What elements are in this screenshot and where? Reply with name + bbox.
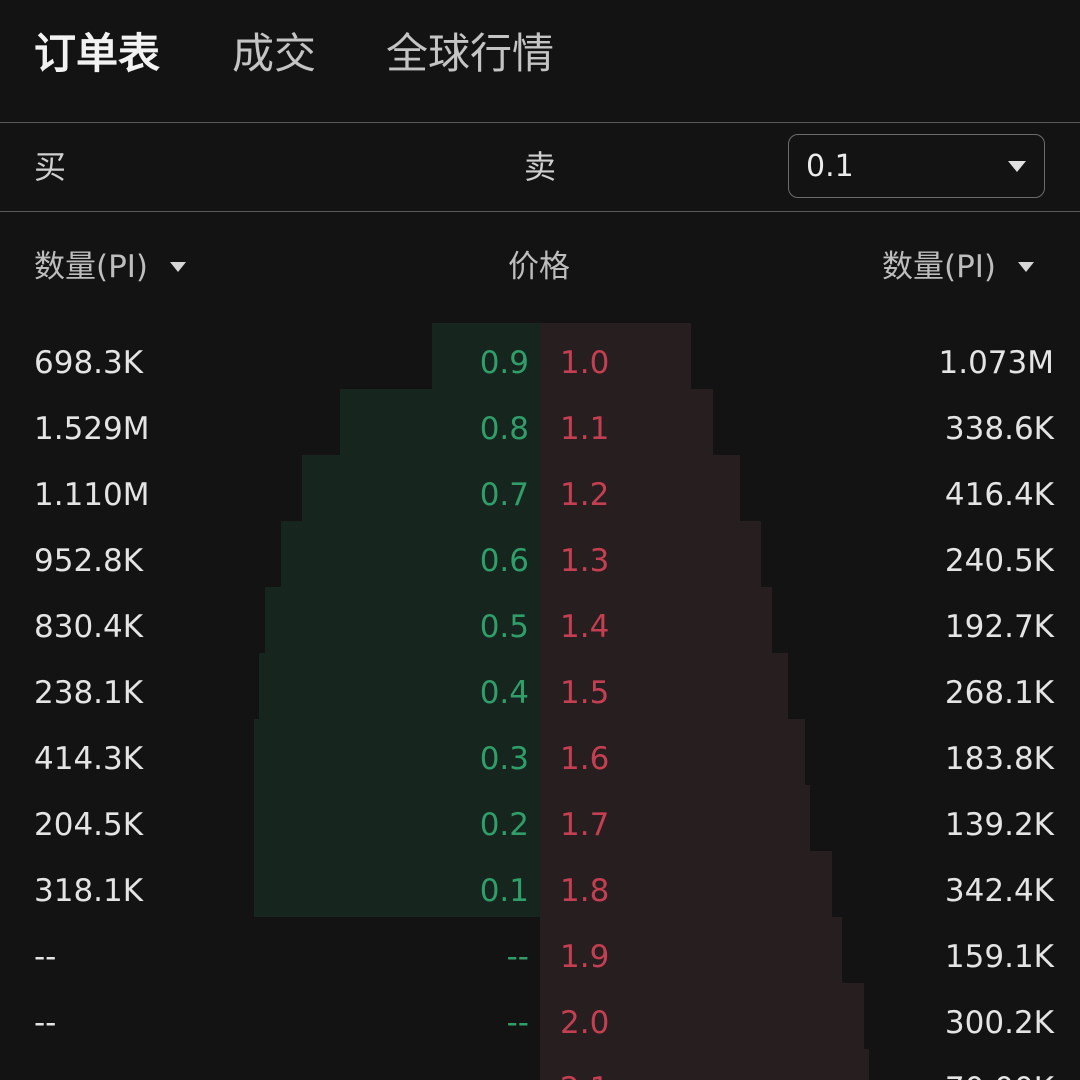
price-header: 价格 (508, 249, 570, 285)
order-book-row[interactable]: -- -- 1.9 159.1K (0, 924, 1080, 990)
precision-value: 0.1 (806, 149, 854, 184)
ask-price: 2.0 (560, 1005, 610, 1041)
bid-quantity: 238.1K (34, 675, 144, 711)
ask-quantity: 338.6K (944, 411, 1054, 447)
order-book-row[interactable]: 952.8K 0.6 1.3 240.5K (0, 528, 1080, 594)
tab-order-book[interactable]: 订单表 (34, 24, 160, 84)
filter-row: 买 卖 0.1 (0, 123, 1080, 211)
ask-quantity: 240.5K (944, 543, 1054, 579)
order-book-row[interactable]: 2.1 70.00K (0, 1056, 1080, 1080)
bid-price: -- (506, 1005, 529, 1041)
ask-price: 2.1 (560, 1056, 609, 1080)
ask-quantity: 192.7K (944, 609, 1054, 645)
ask-price: 1.0 (560, 345, 610, 381)
filter-divider (0, 211, 1080, 212)
ask-price: 1.3 (560, 543, 610, 579)
order-book-row[interactable]: 1.110M 0.7 1.2 416.4K (0, 462, 1080, 528)
ask-price: 1.4 (560, 609, 610, 645)
buy-filter[interactable]: 买 (34, 147, 66, 187)
bid-price: 0.5 (479, 609, 529, 645)
bid-quantity: 414.3K (34, 741, 144, 777)
bid-quantity: 698.3K (34, 345, 144, 381)
caret-down-icon (170, 261, 187, 272)
order-book-row[interactable]: 698.3K 0.9 1.0 1.073M (0, 330, 1080, 396)
order-book-screen: 订单表 成交 全球行情 买 卖 0.1 数量(PI) 价格 数量(PI) 698… (0, 0, 1080, 1080)
ask-price: 1.7 (560, 807, 610, 843)
order-book-row[interactable]: 1.529M 0.8 1.1 338.6K (0, 396, 1080, 462)
bid-price: 0.3 (479, 741, 529, 777)
bid-quantity: 1.110M (34, 477, 150, 513)
order-book-row[interactable]: 830.4K 0.5 1.4 192.7K (0, 594, 1080, 660)
ask-price: 1.6 (560, 741, 610, 777)
ask-quantity: 342.4K (944, 873, 1054, 909)
ask-quantity: 183.8K (944, 741, 1054, 777)
order-book-row[interactable]: 204.5K 0.2 1.7 139.2K (0, 792, 1080, 858)
bid-price: 0.8 (479, 411, 529, 447)
ask-quantity: 159.1K (944, 939, 1054, 975)
sell-filter[interactable]: 卖 (524, 147, 556, 187)
bid-price: 0.9 (479, 345, 529, 381)
ask-price: 1.5 (560, 675, 610, 711)
ask-quantity-header-label: 数量(PI) (881, 249, 996, 285)
ask-quantity: 70.00K (945, 1056, 1054, 1080)
bid-quantity: 318.1K (34, 873, 144, 909)
bid-quantity: -- (34, 1005, 57, 1041)
ask-price: 1.2 (560, 477, 610, 513)
caret-down-icon (1018, 261, 1034, 272)
ask-quantity: 300.2K (944, 1005, 1054, 1041)
tab-trades[interactable]: 成交 (232, 24, 316, 84)
bid-price: 0.2 (479, 807, 529, 843)
chevron-down-icon (1008, 161, 1026, 172)
bid-quantity: 830.4K (34, 609, 144, 645)
bid-price: 0.7 (479, 477, 529, 513)
bid-quantity-header-label: 数量(PI) (34, 249, 149, 285)
ask-quantity: 139.2K (944, 807, 1054, 843)
order-book-row[interactable]: -- -- 2.0 300.2K (0, 990, 1080, 1056)
ask-quantity-header[interactable]: 数量(PI) (882, 246, 1034, 288)
precision-select[interactable]: 0.1 (788, 134, 1045, 198)
top-tabs: 订单表 成交 全球行情 (0, 0, 1080, 122)
ask-quantity: 1.073M (938, 345, 1055, 381)
bid-price: 0.1 (479, 873, 529, 909)
bid-price: 0.4 (479, 675, 529, 711)
bid-quantity: -- (34, 939, 57, 975)
bid-quantity-header[interactable]: 数量(PI) (34, 246, 187, 288)
tab-global-market[interactable]: 全球行情 (386, 24, 554, 84)
bid-price: -- (506, 939, 529, 975)
bid-quantity: 1.529M (34, 411, 150, 447)
ask-quantity: 268.1K (944, 675, 1054, 711)
order-book-row[interactable]: 238.1K 0.4 1.5 268.1K (0, 660, 1080, 726)
bid-quantity: 952.8K (34, 543, 144, 579)
order-book-row[interactable]: 414.3K 0.3 1.6 183.8K (0, 726, 1080, 792)
ask-quantity: 416.4K (944, 477, 1054, 513)
bid-price: 0.6 (479, 543, 529, 579)
ask-price: 1.8 (560, 873, 610, 909)
ask-price: 1.1 (560, 411, 610, 447)
bid-quantity: 204.5K (34, 807, 144, 843)
ask-price: 1.9 (560, 939, 610, 975)
order-book-row[interactable]: 318.1K 0.1 1.8 342.4K (0, 858, 1080, 924)
